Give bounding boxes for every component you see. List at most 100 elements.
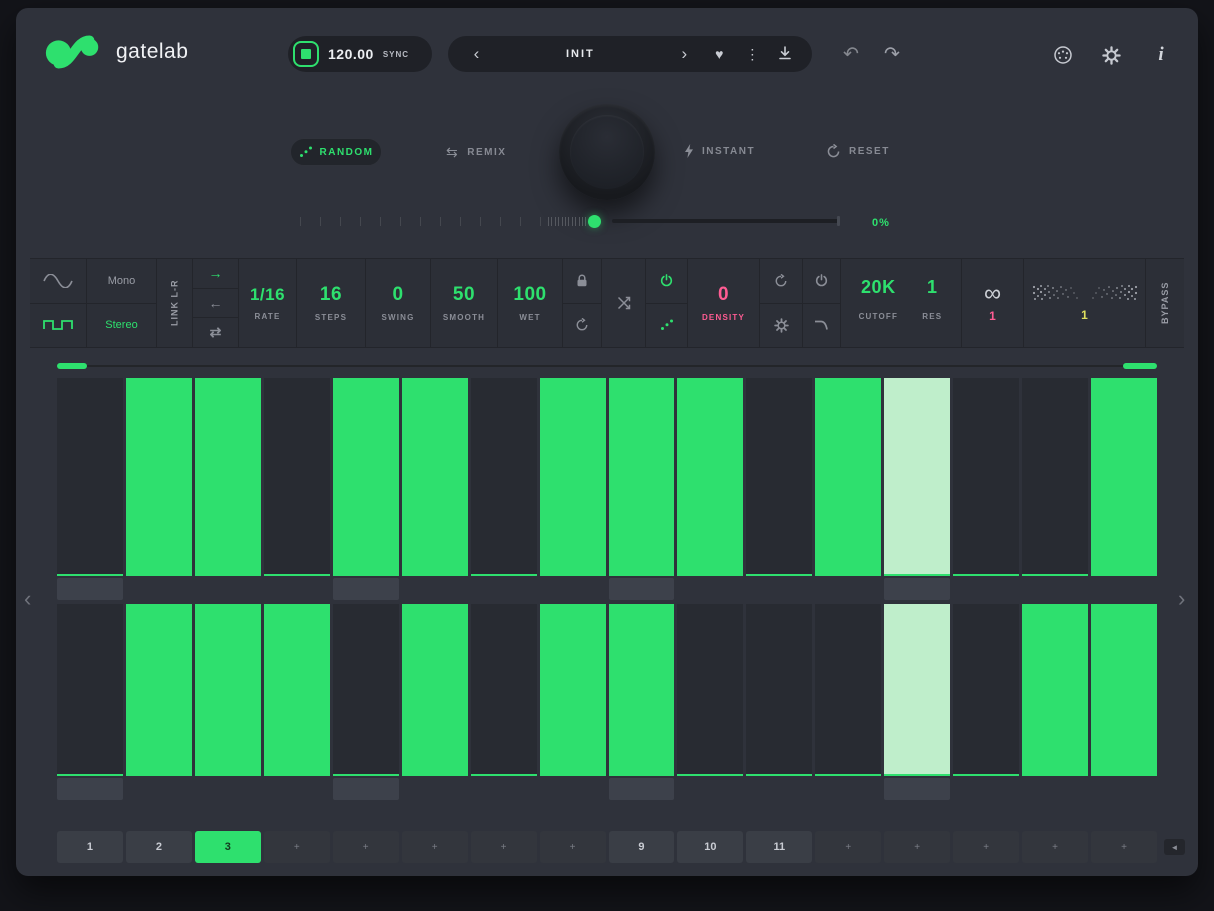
step-cell[interactable]	[333, 378, 399, 576]
variation-slider-handle[interactable]	[588, 215, 601, 228]
filter-display[interactable]: 20K 1 CUTOFF RES	[841, 259, 962, 347]
square-wave-button[interactable]	[30, 303, 86, 348]
step-cell[interactable]	[333, 604, 399, 776]
step-bar[interactable]	[1091, 378, 1157, 574]
reset-button[interactable]: RESET	[826, 144, 890, 159]
step-bar[interactable]	[609, 378, 675, 574]
stereo-button[interactable]: Stereo	[87, 303, 156, 348]
step-cell[interactable]	[677, 604, 743, 776]
variation-slider-track[interactable]	[612, 219, 840, 223]
step-cell[interactable]	[746, 604, 812, 776]
random-button[interactable]: RANDOM	[290, 138, 382, 166]
bpm-display[interactable]: 120.00	[328, 46, 374, 62]
step-cell[interactable]	[195, 378, 261, 576]
step-cell[interactable]	[402, 378, 468, 576]
loop-start-handle[interactable]	[57, 363, 87, 369]
instant-button[interactable]: INSTANT	[684, 144, 755, 158]
stop-button[interactable]	[293, 41, 319, 67]
step-cell[interactable]	[953, 378, 1019, 576]
steps-control[interactable]: 16 STEPS	[297, 259, 366, 347]
gear-icon[interactable]	[1100, 44, 1122, 66]
redo-button[interactable]: ↷	[884, 46, 900, 64]
loop-end-handle[interactable]	[1123, 363, 1157, 369]
undo-button[interactable]: ↶	[843, 46, 859, 64]
loop-mode-control[interactable]: ∞ 1	[962, 259, 1024, 347]
link-lr-toggle[interactable]: LINK L-R	[157, 259, 193, 347]
remix-button[interactable]: ⇆ REMIX	[446, 144, 506, 161]
step-cell[interactable]	[746, 378, 812, 576]
pattern-add-button[interactable]: +	[1022, 831, 1088, 863]
step-bar[interactable]	[195, 604, 261, 774]
density-dots-button[interactable]	[646, 303, 687, 348]
step-cell[interactable]	[264, 378, 330, 576]
pattern-add-button[interactable]: +	[1091, 831, 1157, 863]
mono-button[interactable]: Mono	[87, 259, 156, 303]
step-bar[interactable]	[677, 378, 743, 574]
main-knob[interactable]	[559, 104, 655, 200]
pattern-button[interactable]: 1	[57, 831, 123, 863]
step-cell[interactable]	[815, 604, 881, 776]
step-bar[interactable]	[609, 604, 675, 774]
step-cell[interactable]	[609, 604, 675, 776]
step-cell[interactable]	[884, 604, 950, 776]
favorite-heart-icon[interactable]: ♥	[703, 46, 736, 62]
wet-control[interactable]: 100 WET	[498, 259, 563, 347]
midi-icon[interactable]	[1052, 44, 1074, 66]
step-bar[interactable]	[815, 378, 881, 574]
step-cell[interactable]	[815, 378, 881, 576]
step-cell[interactable]	[1091, 604, 1157, 776]
step-bar[interactable]	[540, 604, 606, 774]
step-bar[interactable]	[884, 604, 950, 774]
step-cell[interactable]	[609, 378, 675, 576]
preset-save-download-icon[interactable]	[769, 46, 802, 63]
filter-settings-button[interactable]	[760, 303, 802, 348]
pattern-add-button[interactable]: +	[953, 831, 1019, 863]
pattern-add-button[interactable]: +	[540, 831, 606, 863]
preset-menu-dots-icon[interactable]: ⋮	[736, 46, 769, 63]
sine-wave-button[interactable]	[30, 259, 86, 303]
filter-cycle-button[interactable]	[760, 259, 802, 303]
direction-pingpong-button[interactable]: ⇄	[193, 317, 238, 347]
step-cell[interactable]	[402, 604, 468, 776]
pattern-button[interactable]: 3	[195, 831, 261, 863]
texture-control[interactable]: 1	[1024, 259, 1146, 347]
step-cell[interactable]	[195, 604, 261, 776]
step-cell[interactable]	[471, 604, 537, 776]
step-cell[interactable]	[1022, 604, 1088, 776]
smooth-control[interactable]: 50 SMOOTH	[431, 259, 498, 347]
step-bar[interactable]	[402, 604, 468, 774]
pattern-button[interactable]: 11	[746, 831, 812, 863]
rate-control[interactable]: 1/16 RATE	[239, 259, 297, 347]
step-cell[interactable]	[677, 378, 743, 576]
step-bar[interactable]	[1091, 604, 1157, 774]
density-power-button[interactable]	[646, 259, 687, 303]
pattern-trigger-icon[interactable]: ◄	[1164, 839, 1185, 855]
step-cell[interactable]	[1091, 378, 1157, 576]
step-cell[interactable]	[884, 378, 950, 576]
step-cell[interactable]	[57, 604, 123, 776]
seq-prev-chevron[interactable]: ‹	[24, 588, 31, 610]
pattern-add-button[interactable]: +	[884, 831, 950, 863]
step-cell[interactable]	[1022, 378, 1088, 576]
preset-prev-button[interactable]: ‹	[458, 44, 495, 64]
step-bar[interactable]	[402, 378, 468, 574]
step-bar[interactable]	[126, 378, 192, 574]
step-bar[interactable]	[540, 378, 606, 574]
pattern-button[interactable]: 9	[609, 831, 675, 863]
lock-button[interactable]	[563, 259, 601, 303]
variation-slider[interactable]	[286, 211, 926, 237]
density-control[interactable]: 0 DENSITY	[688, 259, 760, 347]
sync-toggle[interactable]: SYNC	[383, 50, 409, 59]
preset-next-button[interactable]: ›	[666, 44, 703, 64]
seq-next-chevron[interactable]: ›	[1178, 588, 1185, 610]
step-cell[interactable]	[471, 378, 537, 576]
filter-slope-button[interactable]	[803, 303, 840, 348]
bypass-toggle[interactable]: BYPASS	[1146, 259, 1184, 347]
step-cell[interactable]	[126, 378, 192, 576]
pattern-add-button[interactable]: +	[471, 831, 537, 863]
swing-control[interactable]: 0 SWING	[366, 259, 431, 347]
step-cell[interactable]	[540, 604, 606, 776]
pattern-add-button[interactable]: +	[815, 831, 881, 863]
cycle-button[interactable]	[563, 303, 601, 348]
step-cell[interactable]	[540, 378, 606, 576]
